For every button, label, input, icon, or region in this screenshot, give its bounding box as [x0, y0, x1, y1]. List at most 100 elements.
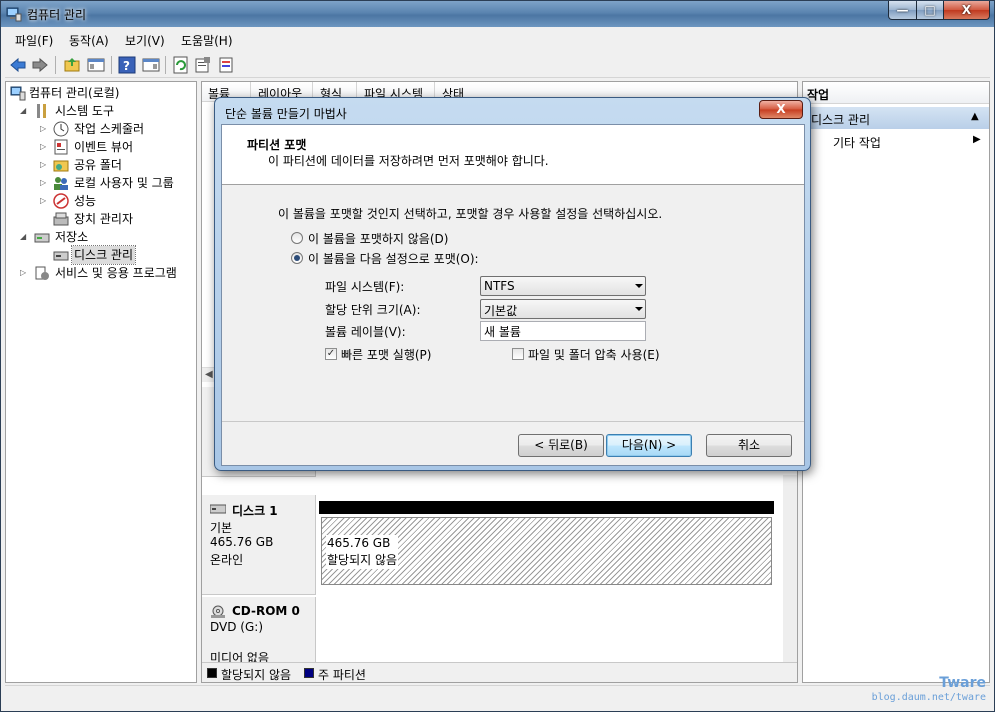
menu-action[interactable]: 동작(A)	[69, 32, 109, 49]
computer-management-icon	[6, 7, 22, 22]
watermark-url: blog.daum.net/tware	[871, 692, 986, 703]
more-actions-item[interactable]: 기타 작업	[833, 134, 881, 151]
performance-icon	[53, 193, 69, 209]
toolbar-separator	[111, 56, 112, 74]
cdrom-icon	[211, 605, 225, 618]
storage-icon	[34, 233, 50, 243]
legend-unallocated-swatch	[207, 668, 217, 678]
shared-folder-icon	[53, 160, 69, 172]
expand-arrow-icon[interactable]: ▷	[40, 138, 50, 156]
disk-status: 온라인	[210, 553, 244, 567]
file-system-label: 파일 시스템(F):	[325, 280, 405, 294]
toolbar: ?	[5, 52, 990, 78]
collapse-up-icon[interactable]: ▲	[971, 111, 979, 122]
disk-view-scrollbar[interactable]	[783, 475, 797, 662]
chevron-down-icon	[635, 307, 643, 311]
allocation-unit-label: 할당 단위 크기(A):	[325, 303, 421, 317]
menu-bar: 파일(F) 동작(A) 보기(V) 도움말(H)	[5, 29, 990, 51]
expand-arrow-icon[interactable]: ▷	[20, 264, 30, 282]
show-hide-tree-icon[interactable]	[87, 56, 105, 74]
disk-1-label[interactable]: 디스크 1 기본 465.76 GB 온라인	[202, 495, 316, 595]
up-folder-icon[interactable]	[63, 56, 81, 74]
show-hide-action-pane-icon[interactable]	[142, 56, 160, 74]
menu-help[interactable]: 도움말(H)	[181, 32, 233, 49]
expand-arrow-icon[interactable]: ▷	[40, 174, 50, 192]
radio-no-format-label[interactable]: 이 볼륨을 포맷하지 않음(D)	[308, 230, 448, 247]
radio-format-label[interactable]: 이 볼륨을 다음 설정으로 포맷(O):	[308, 250, 479, 267]
legend-unallocated-label: 할당되지 않음	[221, 668, 292, 682]
export-list-icon[interactable]	[218, 56, 236, 74]
cancel-button[interactable]: 취소	[706, 434, 792, 457]
disk-1-header-bar	[319, 501, 774, 514]
device-manager-icon	[53, 212, 69, 226]
next-button[interactable]: 다음(N) >	[606, 434, 692, 457]
disk-name: 디스크 1	[232, 504, 278, 518]
actions-pane: 작업 디스크 관리 ▲ 기타 작업 ▶	[802, 81, 990, 683]
wizard-body: 파티션 포맷 이 파티션에 데이터를 저장하려면 먼저 포맷해야 합니다. 이 …	[221, 124, 805, 466]
svg-text:?: ?	[123, 59, 130, 73]
scroll-left-arrow-icon[interactable]: ◀	[205, 369, 213, 380]
menu-view[interactable]: 보기(V)	[125, 32, 165, 49]
navigation-tree: 컴퓨터 관리(로컬) ◢ 시스템 도구 ▷ 작업 스케줄러 ▷ 이벤트 뷰어 ▷…	[5, 81, 197, 683]
back-button[interactable]: < 뒤로(B)	[518, 434, 604, 457]
title-bar[interactable]: 컴퓨터 관리 — □ X	[1, 1, 994, 27]
radio-format[interactable]	[291, 252, 303, 264]
maximize-button[interactable]: □	[916, 1, 944, 20]
expand-arrow-icon[interactable]: ▷	[40, 120, 50, 138]
minimize-button[interactable]: —	[888, 1, 917, 20]
volume-label-label: 볼륨 레이블(V):	[325, 325, 406, 339]
expand-arrow-icon[interactable]: ▷	[40, 156, 50, 174]
computer-management-icon	[10, 86, 26, 101]
wizard-title: 단순 볼륨 만들기 마법사	[225, 107, 347, 121]
wizard-header: 파티션 포맷 이 파티션에 데이터를 저장하려면 먼저 포맷해야 합니다.	[222, 125, 804, 185]
toolbar-separator	[55, 56, 56, 74]
radio-no-format[interactable]	[291, 232, 303, 244]
wizard-subheading: 이 파티션에 데이터를 저장하려면 먼저 포맷해야 합니다.	[268, 154, 549, 168]
collapse-arrow-icon[interactable]: ◢	[20, 228, 30, 246]
new-simple-volume-wizard: 단순 볼륨 만들기 마법사 X 파티션 포맷 이 파티션에 데이터를 저장하려면…	[214, 97, 811, 471]
disk-type: 기본	[210, 521, 233, 535]
close-button[interactable]: X	[943, 1, 990, 20]
actions-header: 작업	[803, 82, 989, 104]
clock-icon	[53, 121, 69, 137]
window-title: 컴퓨터 관리	[27, 8, 87, 22]
chevron-down-icon	[635, 284, 643, 288]
forward-arrow-icon[interactable]	[31, 56, 49, 74]
disk-icon	[210, 504, 226, 514]
properties-icon[interactable]	[194, 56, 212, 74]
cdrom-drive: DVD (G:)	[210, 620, 263, 634]
cdrom-name: CD-ROM 0	[232, 604, 300, 618]
services-icon	[35, 266, 49, 280]
refresh-icon[interactable]	[172, 56, 190, 74]
disk-1-unallocated-partition[interactable]: 465.76 GB 할당되지 않음	[321, 517, 772, 585]
compression-label[interactable]: 파일 및 폴더 압축 사용(E)	[528, 346, 660, 363]
help-icon[interactable]: ?	[118, 56, 136, 74]
wizard-close-button[interactable]: X	[759, 100, 803, 119]
legend-primary-swatch	[304, 668, 314, 678]
wizard-heading: 파티션 포맷	[247, 138, 307, 152]
menu-file[interactable]: 파일(F)	[15, 32, 53, 49]
cdrom-0-label[interactable]: CD-ROM 0 DVD (G:) 미디어 없음	[202, 597, 316, 667]
quick-format-label[interactable]: 빠른 포맷 실행(P)	[341, 346, 431, 363]
submenu-arrow-icon[interactable]: ▶	[973, 134, 981, 145]
volume-label-input[interactable]: 새 볼륨	[480, 321, 646, 341]
allocation-unit-select[interactable]: 기본값	[480, 299, 646, 319]
actions-section-disk-management[interactable]: 디스크 관리 ▲	[803, 107, 989, 129]
expand-arrow-icon[interactable]: ▷	[40, 192, 50, 210]
compression-checkbox[interactable]	[512, 348, 524, 360]
quick-format-checkbox[interactable]: ✓	[325, 348, 337, 360]
legend-primary-label: 주 파티션	[318, 668, 366, 682]
tools-icon	[37, 104, 46, 118]
partition-status: 할당되지 않음	[327, 553, 398, 567]
file-system-select[interactable]: NTFS	[480, 276, 646, 296]
collapse-arrow-icon[interactable]: ◢	[20, 102, 30, 120]
watermark-brand: Tware	[939, 675, 986, 691]
status-bar	[5, 685, 990, 707]
partition-size: 465.76 GB	[327, 536, 391, 550]
users-icon	[54, 177, 68, 190]
disk-management-icon	[53, 251, 69, 261]
wizard-footer-divider	[222, 421, 804, 422]
toolbar-separator	[165, 56, 166, 74]
back-arrow-icon[interactable]	[9, 56, 27, 74]
disk-size: 465.76 GB	[210, 535, 274, 549]
